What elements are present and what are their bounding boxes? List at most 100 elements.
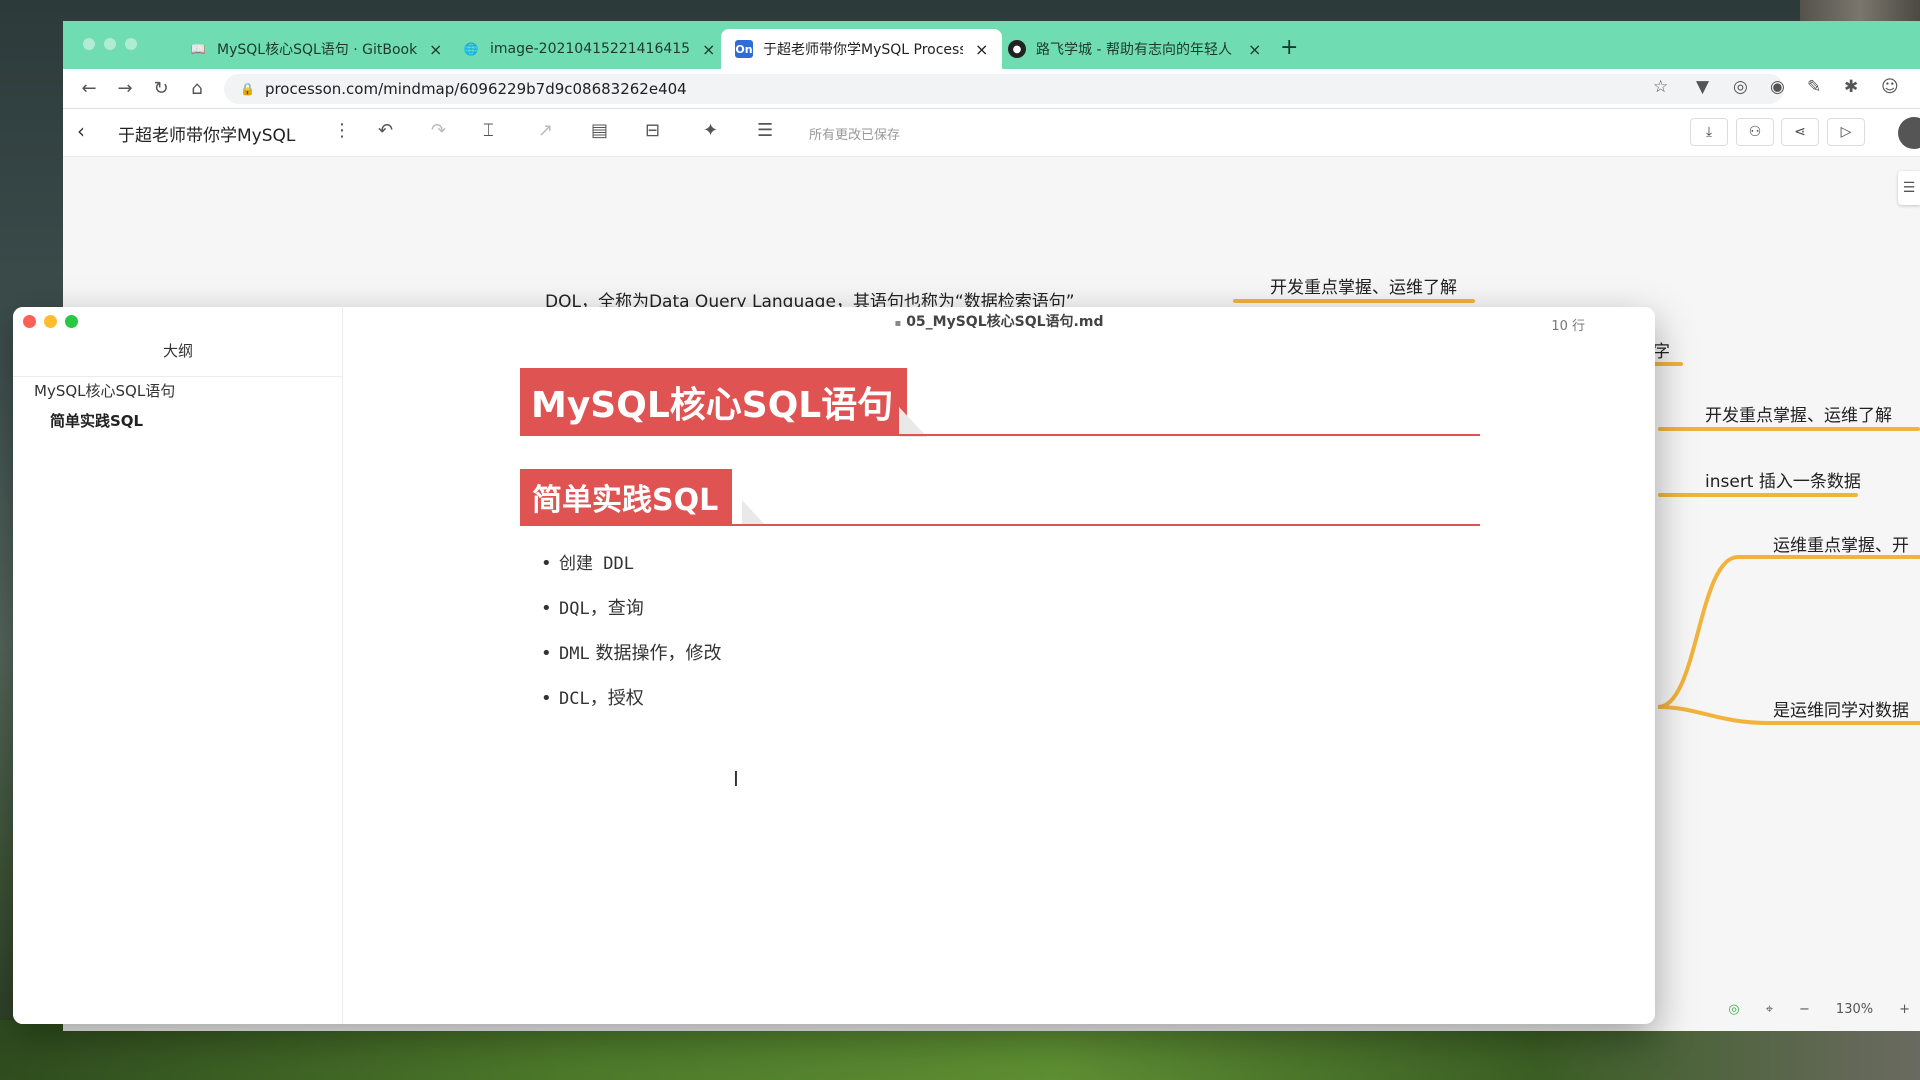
list-item[interactable]: DML 数据操作，修改 xyxy=(541,640,721,685)
processon-toolbar: ‹ 于超老师带你学MySQL ⋮ ↶ ↷ ⌶ ↗ ▤ ⊟ ✦ ☰ 所有更改已保存… xyxy=(63,109,1920,157)
share-icon[interactable]: ⋖ xyxy=(1781,118,1819,146)
close-tab-icon[interactable]: × xyxy=(702,40,715,59)
profile-avatar-icon[interactable]: ☺ xyxy=(1881,77,1899,97)
file-title: ▪ 05_MySQL核心SQL语句.md xyxy=(343,311,1655,331)
maximize-window-button[interactable] xyxy=(65,315,78,328)
close-window-button[interactable] xyxy=(23,315,36,328)
text-cursor-icon: I xyxy=(733,767,739,791)
tab-bar: 📖 MySQL核心SQL语句 · GitBook × 🌐 image-20210… xyxy=(63,21,1920,69)
forward-arrow-icon[interactable]: → xyxy=(107,78,143,99)
minimize-window-button[interactable] xyxy=(44,315,57,328)
structure-icon[interactable]: ☰ xyxy=(757,120,773,141)
undo-icon[interactable]: ↶ xyxy=(378,120,393,141)
more-menu-icon[interactable]: ⋮ xyxy=(333,120,351,141)
list-item-text: ，查询 xyxy=(589,598,644,619)
heading-1-rule xyxy=(520,434,1480,436)
book-icon: 📖 xyxy=(190,42,206,56)
tab-title: 于超老师带你学MySQL ProcessOn xyxy=(763,42,963,58)
outline-header: 大纲 xyxy=(13,340,343,377)
layout-icon[interactable]: ▤ xyxy=(591,120,608,141)
processon-icon: On xyxy=(735,40,753,58)
outline-panel: 大纲 MySQL核心SQL语句 简单实践SQL xyxy=(13,307,343,1024)
save-status: 所有更改已保存 xyxy=(809,128,901,143)
document-title[interactable]: 于超老师带你学MySQL xyxy=(118,121,295,146)
outline-item-h1[interactable]: MySQL核心SQL语句 xyxy=(34,380,175,401)
extension-badge-icon[interactable]: ✎ xyxy=(1807,77,1821,97)
file-icon: ▪ xyxy=(894,318,902,329)
list-item-text: ，授权 xyxy=(589,688,644,709)
mindmap-node[interactable]: 字 xyxy=(1653,337,1670,362)
mindmap-node[interactable]: insert 插入一条数据 xyxy=(1705,467,1861,492)
redo-icon[interactable]: ↷ xyxy=(431,120,446,141)
close-window-button[interactable] xyxy=(83,38,95,50)
reload-icon[interactable]: ↻ xyxy=(143,78,179,99)
heading-2[interactable]: 简单实践SQL xyxy=(520,469,733,525)
tab-luffy[interactable]: ● 路飞学城 - 帮助有志向的年轻人 × xyxy=(994,29,1275,69)
present-play-icon[interactable]: ▷ xyxy=(1827,118,1865,146)
format-painter-icon[interactable]: ⌶ xyxy=(483,120,494,141)
globe-icon: 🌐 xyxy=(463,42,479,56)
mindmap-branch-line xyxy=(1658,493,1858,497)
address-bar-row: ← → ↻ ⌂ 🔒 processon.com/mindmap/6096229b… xyxy=(63,69,1920,109)
new-tab-button[interactable]: + xyxy=(1280,35,1298,60)
heading-2-fold-decoration xyxy=(742,500,766,526)
outline-item-h2[interactable]: 简单实践SQL xyxy=(50,410,143,431)
zoom-out-button[interactable]: − xyxy=(1799,1002,1810,1017)
back-chevron-icon[interactable]: ‹ xyxy=(77,119,85,143)
typora-window: 大纲 MySQL核心SQL语句 简单实践SQL ▪ 05_MySQL核心SQL语… xyxy=(13,307,1655,1024)
lock-icon: 🔒 xyxy=(240,82,255,96)
tab-title: MySQL核心SQL语句 · GitBook xyxy=(217,42,417,58)
connector-icon[interactable]: ↗ xyxy=(538,120,553,141)
home-icon[interactable]: ⌂ xyxy=(179,78,215,99)
zoom-controls: ◎ ⌖ − 130% + xyxy=(1728,994,1920,1024)
list-item[interactable]: DCL，授权 xyxy=(541,685,721,730)
list-item-code: DCL xyxy=(559,689,590,709)
file-title-text: 05_MySQL核心SQL语句.md xyxy=(906,314,1104,330)
url-text: processon.com/mindmap/6096229b7d9c086832… xyxy=(264,80,687,98)
collaborate-icon[interactable]: ⚇ xyxy=(1736,118,1774,146)
zoom-in-button[interactable]: + xyxy=(1899,1002,1910,1017)
tab-title: image-20210415221416415.png xyxy=(490,41,690,57)
bullet-list: 创建 DDL DQL，查询 DML 数据操作，修改 DCL，授权 xyxy=(541,550,721,730)
tab-gitbook[interactable]: 📖 MySQL核心SQL语句 · GitBook × xyxy=(175,29,456,69)
heading-1[interactable]: MySQL核心SQL语句 xyxy=(520,368,908,436)
extension-circle-icon[interactable]: ◎ xyxy=(1733,77,1748,97)
list-item[interactable]: 创建 DDL xyxy=(541,550,721,595)
eye-icon[interactable]: ◎ xyxy=(1728,1002,1739,1017)
list-item[interactable]: DQL，查询 xyxy=(541,595,721,640)
tab-image[interactable]: 🌐 image-20210415221416415.png × xyxy=(448,29,729,69)
mindmap-node[interactable]: 开发重点掌握、运维了解 xyxy=(1705,401,1892,426)
summary-icon[interactable]: ⊟ xyxy=(645,120,660,141)
user-avatar[interactable] xyxy=(1898,117,1920,149)
heading-2-rule xyxy=(520,524,1480,526)
compass-icon[interactable]: ◉ xyxy=(1770,77,1785,97)
window-controls xyxy=(23,315,78,328)
mindmap-node[interactable]: 开发重点掌握、运维了解 xyxy=(1270,273,1457,298)
mindmap-branch-line xyxy=(1653,362,1683,366)
close-tab-icon[interactable]: × xyxy=(429,40,442,59)
line-count: 10 行 xyxy=(1551,319,1585,334)
magic-style-icon[interactable]: ✦ xyxy=(703,120,718,141)
bookmark-star-icon[interactable]: ☆ xyxy=(1653,77,1668,97)
zoom-level: 130% xyxy=(1835,1001,1874,1017)
url-field[interactable]: 🔒 processon.com/mindmap/6096229b7d9c0868… xyxy=(224,74,1784,104)
vue-devtools-icon[interactable]: ▼ xyxy=(1696,77,1709,97)
panel-toggle-icon[interactable]: ☰ xyxy=(1898,171,1920,205)
back-arrow-icon[interactable]: ← xyxy=(71,78,107,99)
location-icon[interactable]: ⌖ xyxy=(1766,1002,1773,1017)
mindmap-branch-line xyxy=(1233,299,1475,303)
list-item-text: 数据操作，修改 xyxy=(589,643,722,664)
download-icon[interactable]: ⤓ xyxy=(1690,118,1728,146)
tab-title: 路飞学城 - 帮助有志向的年轻人 xyxy=(1036,42,1232,58)
window-controls xyxy=(83,38,137,50)
luffy-icon: ● xyxy=(1008,40,1026,58)
minimize-window-button[interactable] xyxy=(104,38,116,50)
mindmap-curve xyxy=(1658,555,1920,725)
maximize-window-button[interactable] xyxy=(125,38,137,50)
close-tab-icon[interactable]: × xyxy=(975,40,988,59)
extensions-puzzle-icon[interactable]: ✱ xyxy=(1844,77,1858,97)
tab-processon[interactable]: On 于超老师带你学MySQL ProcessOn × xyxy=(721,29,1003,69)
list-item-code: DML xyxy=(559,644,590,664)
heading-1-fold-decoration xyxy=(899,407,927,437)
close-tab-icon[interactable]: × xyxy=(1248,40,1261,59)
